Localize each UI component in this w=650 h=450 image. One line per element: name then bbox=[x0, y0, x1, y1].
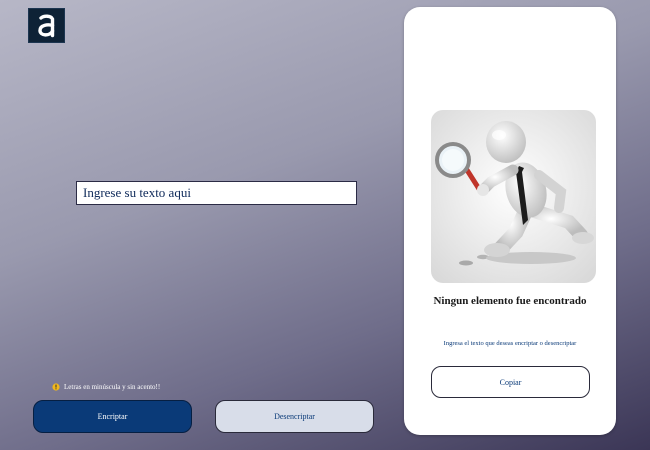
warning-icon bbox=[52, 383, 60, 391]
empty-result-description: Ingresa el texto que deseas encriptar o … bbox=[443, 340, 577, 347]
result-panel: Ningun elemento fue encontrado Ingresa e… bbox=[404, 7, 616, 435]
alura-logo-icon bbox=[38, 14, 55, 38]
hint-text: Letras en minúscula y sin acento!! bbox=[64, 383, 161, 391]
alura-logo bbox=[28, 8, 65, 43]
copy-button[interactable]: Copiar bbox=[431, 366, 590, 398]
hint-message: Letras en minúscula y sin acento!! bbox=[52, 383, 160, 391]
text-input[interactable] bbox=[76, 181, 357, 205]
encrypt-button[interactable]: Encriptar bbox=[33, 400, 192, 433]
empty-result-title: Ningun elemento fue encontrado bbox=[433, 295, 587, 307]
search-figure-illustration bbox=[431, 110, 596, 283]
decrypt-button[interactable]: Desencriptar bbox=[215, 400, 374, 433]
